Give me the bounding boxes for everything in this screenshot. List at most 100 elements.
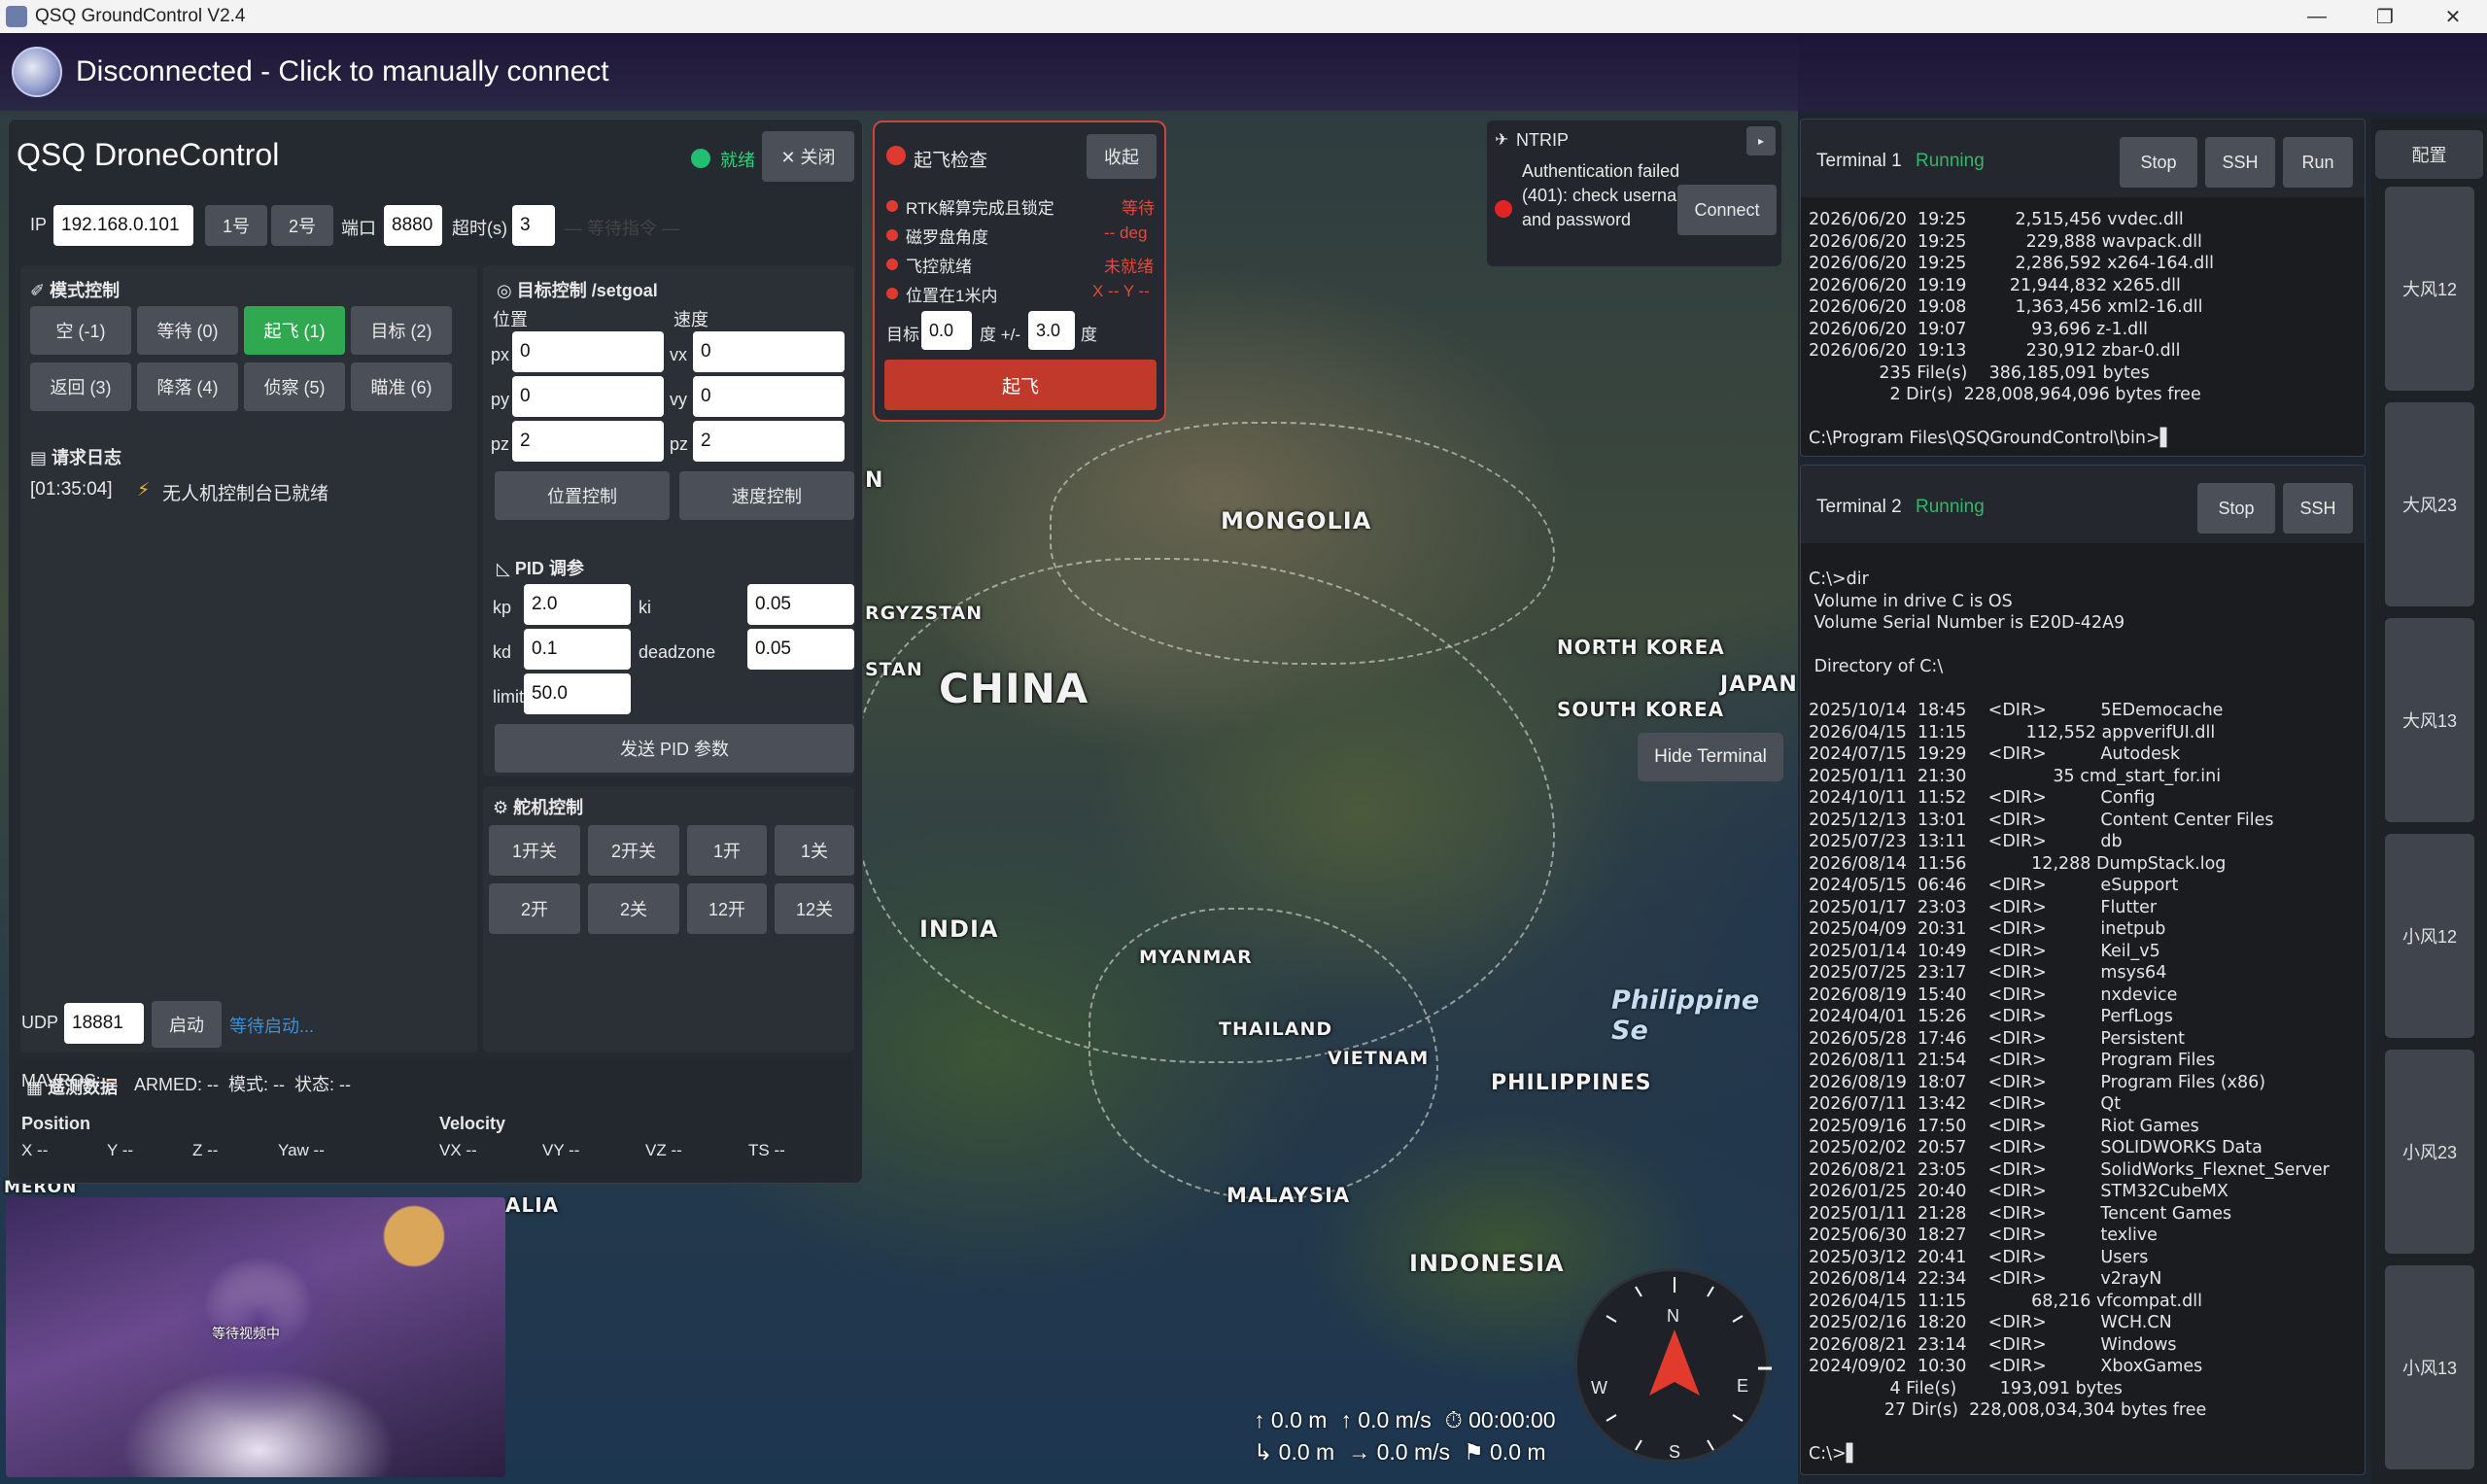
limit-input[interactable]: 50.0 [524, 673, 631, 714]
terminal-2-stop-button[interactable]: Stop [2197, 483, 2275, 534]
mode-section-title: ✐ 模式控制 [30, 277, 120, 302]
ip-label: IP [30, 215, 48, 234]
mode-wait-button[interactable]: 等待 (0) [137, 306, 238, 355]
deadzone-input[interactable]: 0.05 [747, 629, 854, 670]
terminal-2-line: C:\>▌ [1809, 1444, 1860, 1464]
servo-2-close-button[interactable]: 2关 [588, 883, 679, 934]
lightning-icon: ⚡ [137, 480, 151, 500]
connection-banner[interactable]: Disconnected - Click to manually connect [0, 33, 2487, 111]
kd-input[interactable]: 0.1 [524, 629, 631, 670]
vy-input[interactable]: 0 [693, 376, 845, 417]
close-window-button[interactable]: ✕ [2419, 0, 2487, 33]
udp-port-input[interactable]: 18881 [64, 1003, 144, 1044]
preset-dafeng-23[interactable]: 大风23 [2385, 402, 2474, 606]
check-compass-label: 磁罗盘角度 [906, 228, 988, 247]
check-position-label: 位置在1米内 [906, 287, 998, 305]
minimize-button[interactable]: — [2283, 0, 2351, 33]
terminal-2-line: 2026/07/11 13:42 <DIR> Qt [1809, 1094, 2122, 1114]
servo-1-close-button[interactable]: 1关 [775, 825, 854, 876]
ntrip-status-dot [1495, 200, 1512, 218]
ntrip-expand-icon[interactable]: ▸ [1746, 126, 1776, 155]
terminal-1-line: 2026/06/20 19:25 229,888 wavpack.dll [1809, 231, 2202, 252]
maximize-button[interactable]: ❐ [2351, 0, 2419, 33]
preset-xiaofeng-23[interactable]: 小风23 [2385, 1050, 2474, 1254]
udp-label: UDP [21, 1013, 59, 1032]
video-feed[interactable]: 等待视频中 [6, 1197, 505, 1477]
close-panel-button[interactable]: ✕ 关闭 [762, 131, 854, 182]
terminal-2-line: 2024/09/02 10:30 <DIR> XboxGames [1809, 1357, 2203, 1376]
mode-empty-button[interactable]: 空 (-1) [30, 306, 131, 355]
ip-input[interactable]: 192.168.0.101 [53, 205, 193, 246]
terminal-1[interactable]: Terminal 1 Running Stop SSH Run 2026/06/… [1800, 119, 2366, 457]
mode-land-button[interactable]: 降落 (4) [137, 362, 238, 411]
ntrip-connect-button[interactable]: Connect [1677, 185, 1777, 235]
px-input[interactable]: 0 [512, 331, 664, 372]
terminal-2-output[interactable]: C:\>dir Volume in drive C is OS Volume S… [1809, 569, 2357, 1466]
hide-terminal-button[interactable]: Hide Terminal [1638, 733, 1783, 781]
terminal-2-ssh-button[interactable]: SSH [2283, 483, 2353, 534]
terminal-1-run-button[interactable]: Run [2283, 137, 2353, 188]
terminal-1-state: Running [1916, 151, 1985, 171]
servo-12-close-button[interactable]: 12关 [775, 883, 854, 934]
terminal-1-line [1809, 406, 2357, 429]
mode-target-button[interactable]: 目标 (2) [351, 306, 452, 355]
timeout-input[interactable]: 3 [512, 205, 555, 246]
preset-xiaofeng-13[interactable]: 小风13 [2385, 1265, 2474, 1469]
mode-scout-button[interactable]: 侦察 (5) [244, 362, 345, 411]
altitude-readout: ↑ 0.0 m [1254, 1407, 1328, 1432]
check-rtk-status: 等待 [1122, 199, 1155, 218]
preset-dafeng-12[interactable]: 大风12 [2385, 187, 2474, 391]
log-icon: ▤ [30, 448, 52, 467]
servo-1-open-button[interactable]: 1开 [687, 825, 767, 876]
send-pid-button[interactable]: 发送 PID 参数 [495, 724, 854, 773]
log-entry-time: [01:35:04] [30, 479, 113, 500]
drone-1-button[interactable]: 1号 [205, 205, 267, 246]
target-heading-input[interactable]: 0.0 [921, 311, 972, 350]
servo-2-toggle-button[interactable]: 2开关 [588, 825, 679, 876]
preset-dafeng-13[interactable]: 大风13 [2385, 618, 2474, 822]
kp-input[interactable]: 2.0 [524, 584, 631, 625]
terminal-2-line: 2025/04/09 20:31 <DIR> inetpub [1809, 919, 2166, 939]
pid-section-title: ◺ PID 调参 [497, 555, 584, 580]
terminal-2-line: Directory of C:\ [1809, 657, 1944, 676]
port-input[interactable]: 8880 [384, 205, 442, 246]
vx-input[interactable]: 0 [693, 331, 845, 372]
compass-west: W [1591, 1378, 1607, 1398]
ki-input[interactable]: 0.05 [747, 584, 854, 625]
mode-return-button[interactable]: 返回 (3) [30, 362, 131, 411]
check-fc-dot [886, 259, 898, 270]
servo-2-open-button[interactable]: 2开 [489, 883, 580, 934]
py-input[interactable]: 0 [512, 376, 664, 417]
config-button[interactable]: 配置 [2375, 130, 2483, 179]
terminal-2[interactable]: Terminal 2 Running Stop SSH C:\>dir Volu… [1800, 465, 2366, 1475]
mode-aim-button[interactable]: 瞄准 (6) [351, 362, 452, 411]
drone-2-button[interactable]: 2号 [271, 205, 333, 246]
terminal-1-stop-button[interactable]: Stop [2120, 137, 2197, 188]
preset-xiaofeng-12[interactable]: 小风12 [2385, 834, 2474, 1038]
map-label-japan: JAPAN [1720, 673, 1798, 697]
terminal-1-output[interactable]: 2026/06/20 19:25 2,515,456 vvdec.dll 2026… [1809, 209, 2357, 450]
position-label: 位置 [493, 310, 528, 329]
tolerance-input[interactable]: 3.0 [1028, 311, 1075, 350]
map-label-mongolia: MONGOLIA [1221, 507, 1372, 535]
pz-input[interactable]: 2 [512, 421, 664, 462]
vel-z-value: VZ -- [645, 1141, 682, 1159]
servo-12-open-button[interactable]: 12开 [687, 883, 767, 934]
terminal-2-line: 2025/02/16 18:20 <DIR> WCH.CN [1809, 1313, 2172, 1332]
servo-1-toggle-button[interactable]: 1开关 [489, 825, 580, 876]
position-control-button[interactable]: 位置控制 [495, 471, 670, 520]
terminal-2-line: 2026/08/14 11:56 12,288 DumpStack.log [1809, 853, 2227, 874]
velocity-heading: Velocity [439, 1114, 506, 1133]
terminal-2-line: 2025/01/17 23:03 <DIR> Flutter [1809, 897, 2158, 917]
terminal-1-ssh-button[interactable]: SSH [2205, 137, 2275, 188]
mode-takeoff-button[interactable]: 起飞 (1) [244, 306, 345, 355]
map-label-north-korea: NORTH KOREA [1557, 636, 1725, 659]
takeoff-button[interactable]: 起飞 [884, 360, 1157, 410]
ready-status: 就绪 [720, 151, 755, 170]
start-telemetry-button[interactable]: 启动 [152, 1001, 222, 1048]
velocity-control-button[interactable]: 速度控制 [679, 471, 854, 520]
vz-input[interactable]: 2 [693, 421, 845, 462]
collapse-button[interactable]: 收起 [1087, 134, 1157, 179]
pos-x-value: X -- [21, 1141, 49, 1159]
connection-status[interactable]: Disconnected - Click to manually connect [76, 55, 609, 88]
